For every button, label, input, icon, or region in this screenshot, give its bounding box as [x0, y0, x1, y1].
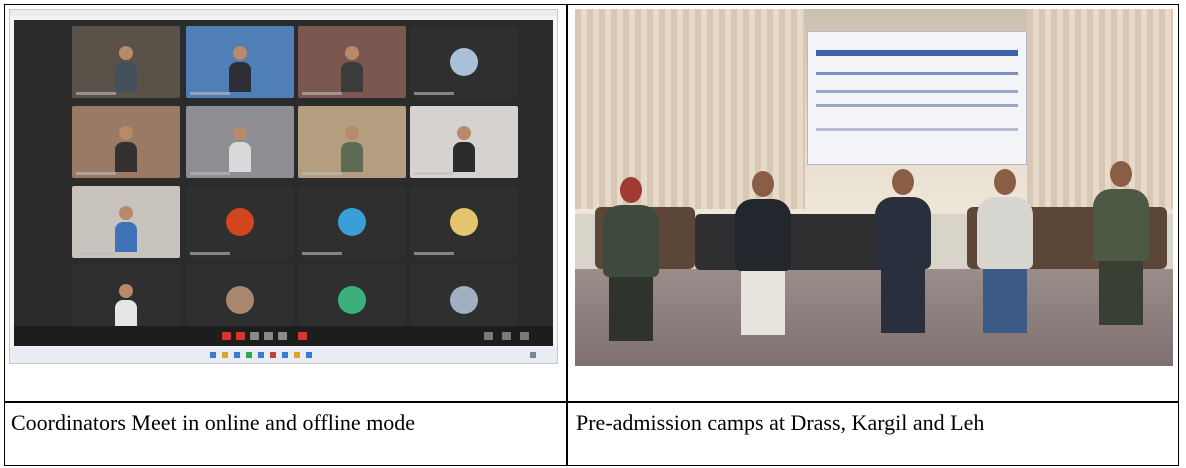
participant-tile [72, 26, 180, 98]
caption-pre-admission-camps: Pre-admission camps at Drass, Kargil and… [576, 410, 985, 435]
end-call-icon [298, 332, 307, 340]
share-icon [250, 332, 259, 340]
settings-icon [520, 332, 529, 340]
participant-tile [186, 106, 294, 178]
document-table: Coordinators Meet in online and offline … [4, 4, 1179, 466]
participant-tile [298, 186, 406, 258]
taskbar-app-icon [246, 352, 252, 358]
seated-person [977, 169, 1033, 333]
video-off-icon [236, 332, 245, 340]
participant-tile [298, 106, 406, 178]
taskbar-app-icon [294, 352, 300, 358]
taskbar-app-icon [306, 352, 312, 358]
seated-person [1093, 161, 1149, 325]
participant-tile [410, 106, 518, 178]
chat-icon [264, 332, 273, 340]
participant-tile [186, 186, 294, 258]
pre-admission-camp-photo [575, 9, 1173, 366]
caption-coordinators-meet: Coordinators Meet in online and offline … [11, 410, 416, 435]
column-divider [566, 5, 568, 465]
event-banner [807, 31, 1027, 165]
windows-taskbar [10, 347, 557, 363]
mute-icon [222, 332, 231, 340]
window-titlebar [10, 10, 557, 16]
taskbar-app-icon [258, 352, 264, 358]
row-divider [5, 401, 1178, 403]
participants-icon [278, 332, 287, 340]
participant-tile [410, 186, 518, 258]
more-icon [502, 332, 511, 340]
taskbar-app-icon [222, 352, 228, 358]
taskbar-app-icon [210, 352, 216, 358]
participant-tile [298, 26, 406, 98]
seated-person [603, 177, 659, 341]
participant-tile [186, 26, 294, 98]
participant-tile [410, 26, 518, 98]
participant-tile [72, 106, 180, 178]
taskbar-app-icon [270, 352, 276, 358]
tray-icon [530, 352, 536, 358]
seated-person [875, 169, 931, 333]
video-call-grid [14, 20, 553, 346]
online-meeting-photo [9, 9, 558, 364]
participant-tile [72, 186, 180, 258]
meeting-controls-bar [14, 326, 553, 346]
floor [575, 269, 1173, 366]
taskbar-app-icon [282, 352, 288, 358]
taskbar-app-icon [234, 352, 240, 358]
view-icon [484, 332, 493, 340]
seated-person [735, 171, 791, 335]
